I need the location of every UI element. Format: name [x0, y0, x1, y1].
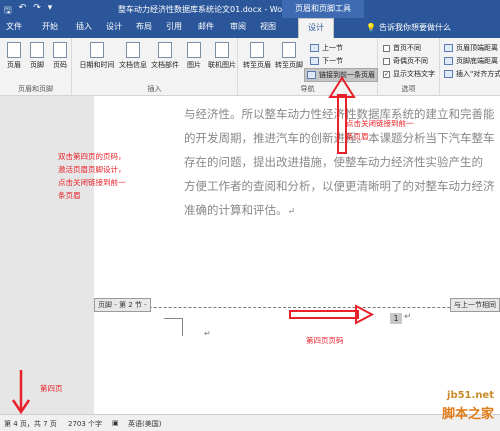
save-icon[interactable]: 🖫 [4, 3, 12, 19]
language-status[interactable]: 英语(美国) [128, 419, 161, 429]
tab-design[interactable]: 设计 [106, 21, 122, 32]
calendar-icon [90, 42, 104, 58]
tab-header-footer-design[interactable]: 设计 [298, 18, 334, 38]
group-header-footer: 页眉 页脚 页码 页眉和页脚 [0, 38, 72, 96]
proofing-icon[interactable]: ▣ [112, 419, 119, 427]
document-page[interactable]: 与经济性。所以整车动力性经济性数据库系统的建立和完善能 的开发周期，推进汽车的创… [94, 96, 500, 414]
group-options: 首页不同 奇偶页不同 ✓ 显示文档文字 选项 [378, 38, 440, 96]
group-label-options: 选项 [401, 85, 416, 93]
annotation-top-note: 点击关闭链接到前一 条页眉 [346, 119, 414, 141]
online-picture-icon [215, 42, 229, 58]
online-pictures-button[interactable]: 联机图片 [208, 42, 236, 70]
crop-mark [164, 318, 182, 319]
lightbulb-icon: 💡 [366, 23, 376, 32]
ribbon-tabs: 文件 开始 插入 设计 布局 引用 邮件 审阅 视图 设计 💡 告诉我你想要做什… [0, 18, 500, 38]
show-document-text-checkbox[interactable]: ✓ 显示文档文字 [383, 69, 435, 79]
status-bar: 第 4 页，共 7 页 2703 个字 ▣ 英语(美国) [0, 414, 500, 431]
header-from-top-field[interactable]: 页眉顶端距离 [444, 43, 498, 53]
footer-page-number[interactable]: 1 [390, 313, 402, 324]
tab-mailings[interactable]: 邮件 [198, 21, 214, 32]
tab-home[interactable]: 开始 [42, 21, 58, 32]
group-insert: 日期和时间 文档信息 文档部件 图片 联机图片 插入 [72, 38, 238, 96]
previous-section-button[interactable]: 上一节 [310, 43, 343, 53]
footer-boundary [94, 307, 500, 308]
body-line: 与经济性。所以整车动力性经济性数据库系统的建立和完善能 [184, 107, 495, 121]
window-title: 整车动力经济性数据库系统论文01.docx - Word [118, 5, 291, 14]
footer-icon [30, 42, 44, 58]
group-navigation: 转至页眉 转至页脚 上一节 下一节 链接到前一条页眉 导航 [238, 38, 378, 96]
watermark-domain: jb51.net [447, 390, 494, 401]
footer-section-tag: 页脚 - 第 2 节 - [94, 298, 151, 312]
annotation-page-four-note: 第四页 [40, 384, 63, 393]
redo-icon[interactable]: ↷ [33, 3, 41, 19]
body-line: 存在的问题，提出改进措施，使整车动力经济性实验产生的 [184, 155, 483, 169]
pictures-button[interactable]: 图片 [184, 42, 204, 70]
different-first-page-checkbox[interactable]: 首页不同 [383, 43, 421, 53]
tell-me-box[interactable]: 💡 告诉我你想要做什么 [366, 22, 451, 33]
title-bar: 🖫 ↶ ↷ ▾ 整车动力经济性数据库系统论文01.docx - Word 页眉和… [0, 0, 500, 18]
tab-insert[interactable]: 插入 [76, 21, 92, 32]
tell-me-text: 告诉我你想要做什么 [378, 23, 451, 32]
ribbon: 页眉 页脚 页码 页眉和页脚 日期和时间 文档信息 文档部件 图片 联机图片 插… [0, 38, 500, 96]
body-line: 的开发周期，推进汽车的创新进程。本课题分析当下汽车整车 [184, 131, 495, 145]
document-area[interactable]: 与经济性。所以整车动力性经济性数据库系统的建立和完善能 的开发周期，推进汽车的创… [0, 96, 500, 414]
body-line: 准确的计算和评估。 [184, 203, 288, 217]
page-number-button[interactable]: 页码 [49, 42, 71, 70]
insert-alignment-tab-button[interactable]: 插入"对齐方式"选项卡 [444, 69, 500, 79]
tab-review[interactable]: 审阅 [230, 21, 246, 32]
paragraph-mark: ↵ [204, 329, 211, 338]
customize-toolbar-icon[interactable]: ▾ [48, 3, 53, 19]
annotation-left-note: 双击第四页的页码， 激活页眉页脚设计， 点击关闭链接到前一 条页眉 [58, 152, 126, 200]
group-label-header-footer: 页眉和页脚 [18, 85, 53, 93]
goto-header-button[interactable]: 转至页眉 [243, 42, 271, 70]
quick-access-toolbar: 🖫 ↶ ↷ ▾ [4, 3, 52, 19]
paragraph-mark: ↵ [287, 207, 296, 217]
body-line: 方便工作者的查阅和分析，以便更清晰明了的对整车动力经济 [184, 179, 495, 193]
arrow-up-icon [310, 44, 319, 52]
tab-view[interactable]: 视图 [260, 21, 276, 32]
page-number-icon [53, 42, 67, 58]
header-icon [7, 42, 21, 58]
quick-parts-icon [158, 42, 172, 58]
date-time-button[interactable]: 日期和时间 [80, 42, 115, 70]
word-count-status[interactable]: 2703 个字 [68, 419, 102, 429]
link-to-previous-button[interactable]: 链接到前一条页眉 [304, 68, 378, 82]
footer-position-icon [444, 57, 453, 65]
group-label-insert: 插入 [147, 85, 162, 93]
word-window: 🖫 ↶ ↷ ▾ 整车动力经济性数据库系统论文01.docx - Word 页眉和… [0, 0, 500, 431]
next-section-button[interactable]: 下一节 [310, 56, 343, 66]
same-as-previous-tag: 与上一节相同 [450, 298, 500, 312]
chain-link-icon [307, 71, 316, 79]
crop-mark [182, 318, 183, 336]
different-odd-even-checkbox[interactable]: 奇偶页不同 [383, 56, 428, 66]
group-position: 页眉顶端距离 页脚底端距离 插入"对齐方式"选项卡 [440, 38, 500, 96]
body-text[interactable]: 与经济性。所以整车动力性经济性数据库系统的建立和完善能 的开发周期，推进汽车的创… [184, 102, 500, 224]
checkmark-icon: ✓ [383, 70, 390, 78]
page-count-status[interactable]: 第 4 页，共 7 页 [4, 419, 57, 429]
goto-footer-icon [282, 42, 296, 58]
tab-references[interactable]: 引用 [166, 21, 182, 32]
goto-header-icon [250, 42, 264, 58]
document-info-button[interactable]: 文档信息 [119, 42, 147, 70]
goto-footer-button[interactable]: 转至页脚 [275, 42, 303, 70]
annotation-page-number-note: 第四页页码 [306, 336, 344, 345]
document-info-icon [126, 42, 140, 58]
arrow-down-icon [310, 57, 319, 65]
undo-icon[interactable]: ↶ [19, 3, 27, 19]
footer-from-bottom-field[interactable]: 页脚底端距离 [444, 56, 498, 66]
picture-icon [187, 42, 201, 58]
context-tab-title: 页眉和页脚工具 [282, 0, 364, 18]
header-position-icon [444, 44, 453, 52]
alignment-tab-icon [444, 70, 453, 78]
paragraph-mark: ↵ [404, 312, 412, 322]
group-label-navigation: 导航 [300, 85, 315, 93]
quick-parts-button[interactable]: 文档部件 [151, 42, 179, 70]
tab-layout[interactable]: 布局 [136, 21, 152, 32]
tab-file[interactable]: 文件 [6, 21, 22, 32]
watermark-site: 脚本之家 [441, 407, 494, 422]
